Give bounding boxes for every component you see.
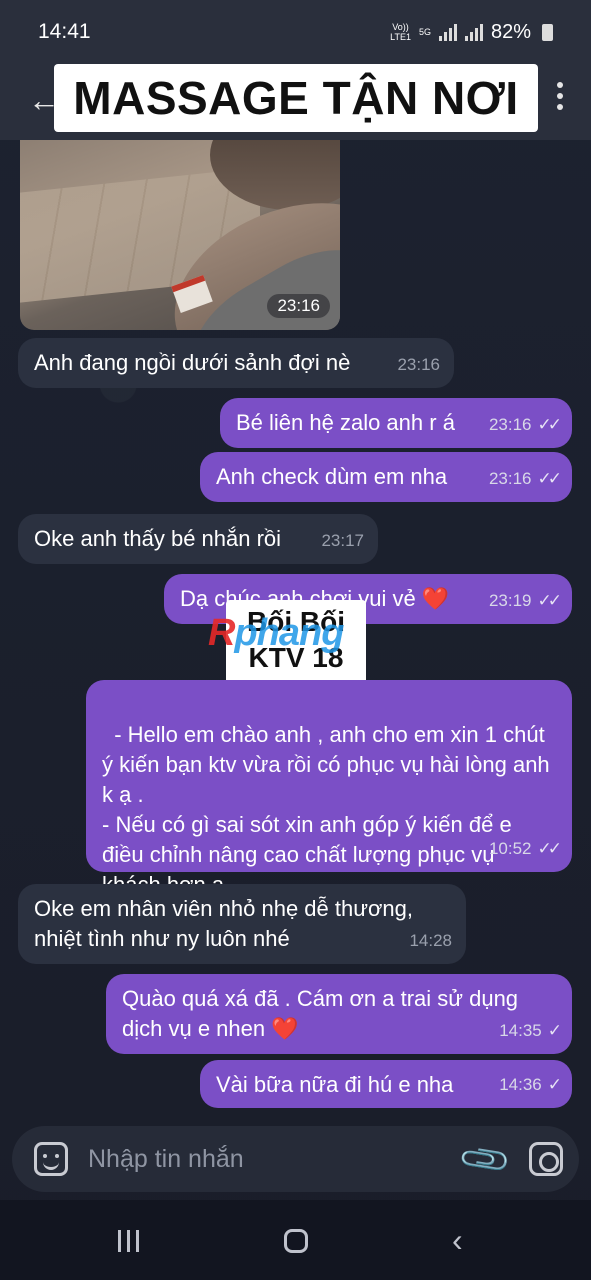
recent-apps-icon[interactable] bbox=[118, 1230, 139, 1252]
home-icon[interactable] bbox=[284, 1229, 308, 1253]
single-check-icon: ✓ bbox=[547, 1075, 562, 1094]
message-time: 10:52 ✓✓ bbox=[489, 834, 562, 864]
watermark: Rphang bbox=[208, 612, 344, 654]
message-bubble[interactable]: Quào quá xá đã . Cám ơn a trai sử dụng d… bbox=[106, 974, 572, 1054]
message-bubble[interactable]: Vài bữa nữa đi hú e nha 14:36 ✓ bbox=[200, 1060, 572, 1108]
message-text: Quào quá xá đã . Cám ơn a trai sử dụng d… bbox=[122, 986, 519, 1041]
message-time: 23:16 ✓✓ bbox=[489, 464, 562, 494]
battery-percent: 82% bbox=[490, 20, 531, 43]
message-text: Anh check dùm em nha bbox=[216, 464, 448, 489]
emoji-icon[interactable] bbox=[34, 1142, 68, 1176]
message-time: 23:19 ✓✓ bbox=[489, 586, 562, 616]
signal-2-icon bbox=[464, 23, 483, 41]
message-time: 14:28 bbox=[409, 931, 452, 950]
chat-header: ← MASSAGE TẬN NƠI bbox=[0, 64, 591, 140]
message-text: - Hello em chào anh , anh cho em xin 1 c… bbox=[102, 722, 550, 897]
chat-title-banner[interactable]: MASSAGE TẬN NƠI bbox=[54, 64, 538, 132]
single-check-icon: ✓ bbox=[547, 1021, 562, 1040]
message-time: 23:17 bbox=[321, 531, 364, 550]
battery-icon bbox=[542, 23, 553, 41]
status-bar: 14:41 Vo)) LTE1 5G 82% bbox=[0, 0, 591, 64]
signal-icon bbox=[438, 23, 457, 41]
message-text: Vài bữa nữa đi hú e nha bbox=[216, 1072, 454, 1097]
photo-message[interactable]: 23:16 bbox=[20, 140, 340, 330]
system-nav-bar: ‹ bbox=[0, 1200, 591, 1280]
message-bubble[interactable]: Anh đang ngồi dưới sảnh đợi nè 23:16 bbox=[18, 338, 454, 388]
nav-back-icon[interactable]: ‹ bbox=[452, 1222, 463, 1259]
message-text: Oke anh thấy bé nhắn rồi bbox=[34, 526, 282, 551]
double-check-icon: ✓✓ bbox=[537, 469, 562, 488]
photo-timestamp: 23:16 bbox=[267, 294, 330, 318]
status-time: 14:41 bbox=[38, 20, 91, 43]
more-options-icon[interactable] bbox=[557, 82, 563, 110]
volte-indicator: Vo)) LTE1 bbox=[390, 22, 411, 42]
message-time: 14:35 ✓ bbox=[499, 1016, 562, 1046]
message-bubble[interactable]: - Hello em chào anh , anh cho em xin 1 c… bbox=[86, 680, 572, 897]
paperclip-icon[interactable]: 📎 bbox=[456, 1131, 514, 1189]
message-bubble[interactable]: Oke anh thấy bé nhắn rồi 23:17 bbox=[18, 514, 378, 564]
message-input[interactable] bbox=[88, 1142, 428, 1176]
message-input-bar: 📎 bbox=[12, 1126, 579, 1192]
status-icons: Vo)) LTE1 5G 82% bbox=[390, 21, 553, 44]
chat-title: MASSAGE TẬN NƠI bbox=[73, 72, 519, 124]
double-check-icon: ✓✓ bbox=[537, 591, 562, 610]
5g-indicator: 5G bbox=[418, 27, 431, 37]
message-text: Bé liên hệ zalo anh r á bbox=[236, 410, 455, 435]
message-time: 14:36 ✓ bbox=[499, 1070, 562, 1100]
double-check-icon: ✓✓ bbox=[537, 415, 562, 434]
message-bubble[interactable]: Oke em nhân viên nhỏ nhẹ dễ thương, nhiệ… bbox=[18, 884, 466, 964]
message-bubble[interactable]: Anh check dùm em nha 23:16 ✓✓ bbox=[200, 452, 572, 502]
message-text: Oke em nhân viên nhỏ nhẹ dễ thương, nhiệ… bbox=[34, 896, 413, 951]
message-time: 23:16 ✓✓ bbox=[489, 410, 562, 440]
camera-icon[interactable] bbox=[529, 1142, 563, 1176]
message-time: 23:16 bbox=[397, 355, 440, 374]
message-text: Anh đang ngồi dưới sảnh đợi nè bbox=[34, 350, 351, 375]
message-bubble[interactable]: Bé liên hệ zalo anh r á 23:16 ✓✓ bbox=[220, 398, 572, 448]
double-check-icon: ✓✓ bbox=[537, 839, 562, 858]
